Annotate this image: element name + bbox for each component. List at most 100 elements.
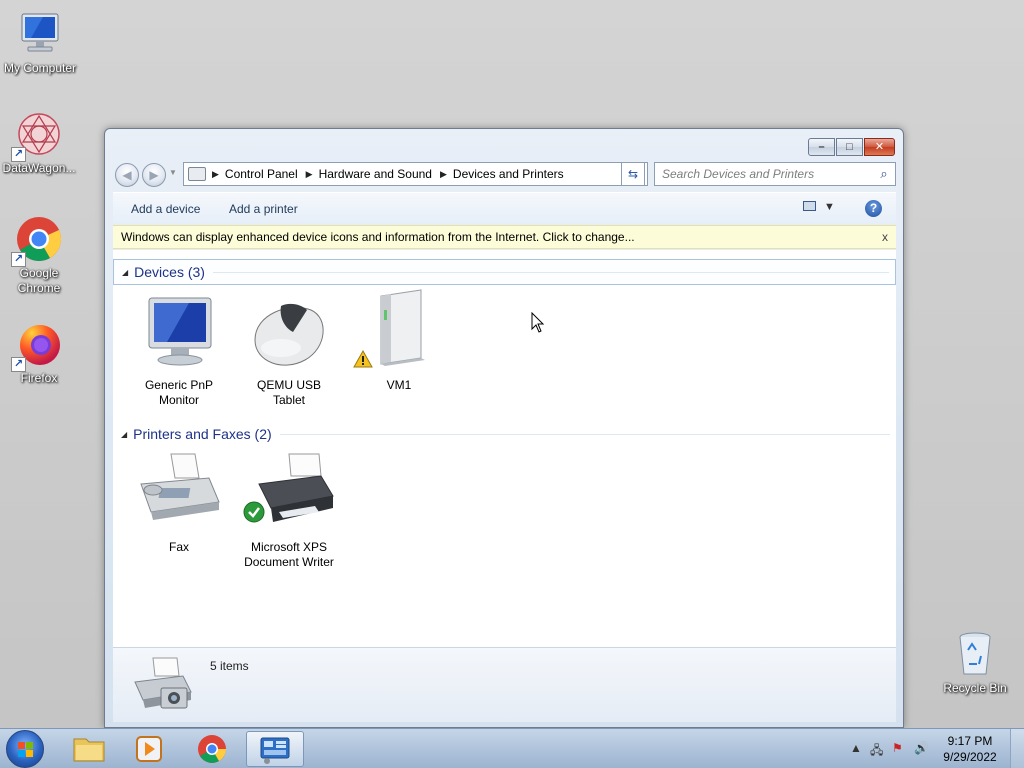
fax-icon — [131, 450, 227, 540]
information-bar[interactable]: Windows can display enhanced device icon… — [113, 225, 896, 249]
back-button[interactable]: ◀ — [115, 163, 139, 187]
forward-button[interactable]: ▶ — [142, 163, 166, 187]
start-button[interactable] — [6, 730, 44, 768]
change-view-button[interactable]: ▼ — [803, 201, 835, 213]
shortcut-arrow-icon: ↗ — [11, 147, 26, 162]
recycle-bin-icon — [951, 630, 999, 678]
information-bar-text: Windows can display enhanced device icon… — [121, 230, 635, 244]
printer-name: Fax — [168, 540, 189, 554]
device-name: VM1 — [386, 378, 412, 392]
mouse-cursor-icon — [531, 311, 545, 339]
navigation-row: ◀ ▶ ▼ ▶ Control Panel ▶ Hardware and Sou… — [113, 162, 896, 188]
device-name: QEMU USB Tablet — [256, 378, 321, 407]
datawagon-icon: ↗ — [11, 110, 63, 162]
desktop-icon-label: Firefox — [20, 371, 58, 385]
media-player-icon — [136, 736, 162, 762]
clock-time: 9:17 PM — [947, 734, 993, 748]
action-center-icon[interactable]: ⚑ — [892, 741, 903, 755]
command-bar: Add a device Add a printer ▼ ? — [113, 192, 896, 224]
volume-icon[interactable]: 🔊 — [914, 741, 929, 755]
mouse-icon — [241, 288, 337, 378]
computer-icon — [16, 10, 64, 58]
breadcrumb-chevron-icon[interactable]: ▶ — [440, 169, 447, 180]
device-item[interactable]: QEMU USB Tablet — [239, 288, 339, 408]
desktop-icon-label: DataWagon... — [2, 161, 76, 175]
breadcrumb-chevron-icon[interactable]: ▶ — [306, 169, 313, 180]
search-icon[interactable]: ⌕ — [873, 166, 895, 182]
devices-and-printers-icon — [260, 737, 290, 764]
refresh-button[interactable]: ⇆ — [621, 162, 645, 186]
address-bar[interactable]: ▶ Control Panel ▶ Hardware and Sound ▶ D… — [183, 162, 648, 186]
maximize-button[interactable]: □ — [836, 138, 863, 156]
help-button[interactable]: ? — [865, 200, 882, 217]
show-desktop-button[interactable] — [1010, 729, 1024, 768]
clock-date: 9/29/2022 — [943, 750, 997, 764]
network-icon[interactable]: 🖧 — [870, 741, 883, 762]
desktop-icon-my-computer[interactable]: My Computer — [0, 10, 80, 76]
devices-and-printers-window: – □ ✕ ◀ ▶ ▼ ▶ Control Panel ▶ Hardware a… — [104, 128, 904, 728]
printer-item[interactable]: Fax — [129, 450, 229, 555]
group-title: Devices (3) — [134, 264, 205, 280]
add-device-button[interactable]: Add a device — [131, 202, 200, 216]
desktop-icon-recycle-bin[interactable]: Recycle Bin — [935, 630, 1015, 696]
chrome-icon — [198, 735, 226, 763]
shortcut-arrow-icon: ↗ — [11, 357, 26, 372]
firefox-icon: ↗ — [11, 320, 63, 372]
folder-icon — [73, 738, 105, 762]
breadcrumb-devices-and-printers[interactable]: Devices and Printers — [453, 167, 564, 181]
taskbar-windows-media-player[interactable] — [120, 731, 178, 767]
default-printer-check-icon — [243, 501, 265, 528]
computer-tower-icon — [351, 288, 447, 378]
item-count: 5 items — [210, 659, 249, 673]
control-panel-icon — [188, 167, 206, 181]
show-hidden-icons-icon[interactable]: ▲ — [850, 741, 862, 755]
taskbar-windows-explorer[interactable] — [60, 731, 118, 767]
monitor-icon — [131, 288, 227, 378]
information-bar-close-icon[interactable]: x — [882, 226, 888, 248]
desktop-icon-google-chrome[interactable]: ↗ Google Chrome — [0, 215, 79, 296]
desktop-icon-label: Recycle Bin — [943, 681, 1007, 695]
device-list: ◢ Devices (3) Generic PnP Monitor QEMU U… — [113, 250, 896, 647]
device-item[interactable]: VM1 — [349, 288, 449, 393]
desktop-icon-datawagon[interactable]: ↗ DataWagon... — [0, 110, 79, 176]
windows-logo-icon — [18, 742, 34, 758]
notification-area: ▲ 🖧 ⚑ 🔊 9:17 PM 9/29/2022 — [834, 729, 1024, 768]
taskbar-google-chrome[interactable] — [183, 731, 241, 767]
clock[interactable]: 9:17 PM 9/29/2022 — [938, 733, 1002, 765]
collapse-arrow-icon[interactable]: ◢ — [122, 268, 128, 277]
desktop-icon-label: Google Chrome — [17, 266, 61, 295]
group-header-printers-and-faxes[interactable]: ◢ Printers and Faxes (2) — [113, 421, 896, 447]
printer-icon — [241, 450, 337, 540]
details-pane: 5 items — [113, 647, 896, 722]
taskbar-devices-and-printers[interactable] — [246, 731, 304, 767]
breadcrumb-chevron-icon[interactable]: ▶ — [212, 169, 219, 180]
close-button[interactable]: ✕ — [864, 138, 895, 156]
taskbar: ▲ 🖧 ⚑ 🔊 9:17 PM 9/29/2022 — [0, 728, 1024, 768]
warning-icon — [353, 349, 373, 373]
collapse-arrow-icon[interactable]: ◢ — [121, 430, 127, 439]
desktop-icon-label: My Computer — [3, 61, 77, 75]
breadcrumb-control-panel[interactable]: Control Panel — [225, 167, 298, 181]
breadcrumb-hardware-and-sound[interactable]: Hardware and Sound — [319, 167, 432, 181]
search-box: ⌕ — [654, 162, 896, 186]
chrome-icon: ↗ — [11, 215, 63, 267]
minimize-button[interactable]: – — [808, 138, 835, 156]
group-divider — [212, 271, 889, 273]
group-divider — [279, 433, 890, 435]
recent-pages-dropdown[interactable]: ▼ — [169, 168, 177, 177]
desktop-icon-firefox[interactable]: ↗ Firefox — [0, 320, 79, 386]
add-printer-button[interactable]: Add a printer — [229, 202, 298, 216]
chevron-down-icon: ▼ — [824, 201, 835, 213]
view-icon — [803, 201, 816, 211]
devices-and-printers-icon — [131, 654, 195, 719]
printer-item[interactable]: Microsoft XPS Document Writer — [239, 450, 339, 570]
printer-name: Microsoft XPS Document Writer — [244, 540, 334, 569]
device-name: Generic PnP Monitor — [144, 378, 214, 407]
group-header-devices[interactable]: ◢ Devices (3) — [113, 259, 896, 285]
caption-buttons: – □ ✕ — [807, 138, 895, 156]
device-item[interactable]: Generic PnP Monitor — [129, 288, 229, 408]
shortcut-arrow-icon: ↗ — [11, 252, 26, 267]
group-title: Printers and Faxes (2) — [133, 426, 272, 442]
group-header-printers-and-faxes[interactable] — [113, 549, 896, 575]
search-input[interactable] — [655, 167, 873, 181]
